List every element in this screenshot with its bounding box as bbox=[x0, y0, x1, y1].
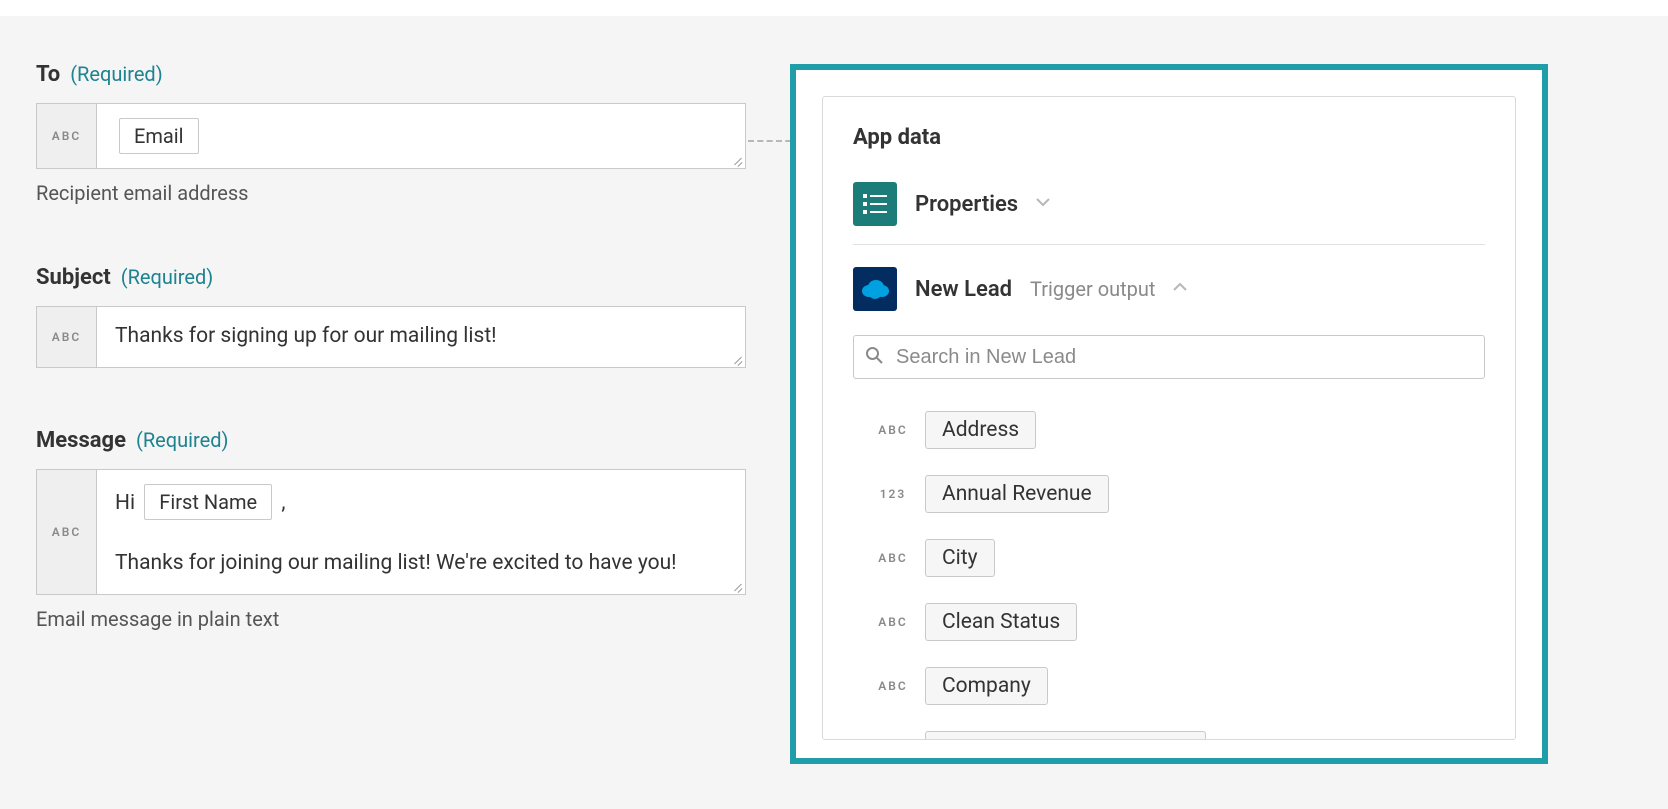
result-pill: Address bbox=[925, 411, 1036, 449]
subject-required: (Required) bbox=[121, 265, 213, 289]
message-line-2: Thanks for joining our mailing list! We'… bbox=[115, 548, 727, 580]
result-address[interactable]: ABC Address bbox=[853, 403, 1485, 467]
abc-type-icon: ABC bbox=[875, 679, 911, 693]
abc-type-icon: ABC bbox=[875, 551, 911, 565]
top-whitespace bbox=[0, 0, 1668, 16]
subject-input[interactable]: ABC Thanks for signing up for our mailin… bbox=[36, 306, 746, 368]
search-icon bbox=[865, 346, 883, 368]
resize-handle-icon[interactable] bbox=[729, 578, 743, 592]
message-helper: Email message in plain text bbox=[36, 607, 756, 631]
new-lead-sub: Trigger output bbox=[1030, 277, 1155, 301]
salesforce-icon bbox=[853, 267, 897, 311]
properties-label: Properties bbox=[915, 192, 1018, 217]
message-required: (Required) bbox=[136, 428, 228, 452]
panel-title: App data bbox=[853, 125, 1485, 150]
app-data-panel: App data Properties bbox=[790, 64, 1548, 764]
subject-value: Thanks for signing up for our mailing li… bbox=[115, 324, 497, 348]
email-form: To (Required) ABC Email Recipient email … bbox=[36, 62, 756, 631]
to-label: To bbox=[36, 62, 60, 87]
resize-handle-icon[interactable] bbox=[729, 152, 743, 166]
result-pill: City bbox=[925, 539, 995, 577]
message-input[interactable]: ABC Hi First Name , Thanks for joining o… bbox=[36, 469, 746, 595]
section-properties[interactable]: Properties bbox=[853, 176, 1485, 245]
result-pill: Company D-U-N-S Number bbox=[925, 731, 1206, 740]
to-required: (Required) bbox=[70, 62, 162, 86]
message-line-1: Hi First Name , bbox=[115, 484, 727, 520]
search-row bbox=[853, 335, 1485, 379]
result-city[interactable]: ABC City bbox=[853, 531, 1485, 595]
search-input[interactable] bbox=[853, 335, 1485, 379]
section-new-lead[interactable]: New Lead Trigger output bbox=[853, 261, 1485, 329]
abc-type-icon: ABC bbox=[875, 615, 911, 629]
result-pill: Company bbox=[925, 667, 1048, 705]
message-pill-firstname[interactable]: First Name bbox=[144, 484, 272, 520]
number-type-icon: 123 bbox=[875, 487, 911, 501]
field-message: Message (Required) ABC Hi First Name , T… bbox=[36, 428, 756, 631]
list-icon bbox=[853, 182, 897, 226]
abc-type-icon: ABC bbox=[37, 307, 97, 367]
resize-handle-icon[interactable] bbox=[729, 351, 743, 365]
result-company[interactable]: ABC Company bbox=[853, 659, 1485, 723]
chevron-up-icon bbox=[1173, 282, 1187, 296]
result-pill: Clean Status bbox=[925, 603, 1077, 641]
result-clean-status[interactable]: ABC Clean Status bbox=[853, 595, 1485, 659]
new-lead-label: New Lead bbox=[915, 277, 1012, 302]
abc-type-icon: ABC bbox=[37, 470, 97, 594]
to-input[interactable]: ABC Email bbox=[36, 103, 746, 169]
abc-type-icon: ABC bbox=[875, 423, 911, 437]
subject-label: Subject bbox=[36, 265, 111, 290]
chevron-down-icon bbox=[1036, 197, 1050, 211]
message-label: Message bbox=[36, 428, 126, 453]
to-helper: Recipient email address bbox=[36, 181, 756, 205]
result-annual-revenue[interactable]: 123 Annual Revenue bbox=[853, 467, 1485, 531]
result-pill: Annual Revenue bbox=[925, 475, 1109, 513]
to-value-pill[interactable]: Email bbox=[119, 118, 199, 154]
result-company-duns[interactable]: ABC Company D-U-N-S Number bbox=[853, 723, 1485, 740]
field-subject: Subject (Required) ABC Thanks for signin… bbox=[36, 265, 756, 368]
abc-type-icon: ABC bbox=[37, 104, 97, 168]
field-to: To (Required) ABC Email Recipient email … bbox=[36, 62, 756, 205]
results-list: ABC Address 123 Annual Revenue ABC City … bbox=[853, 403, 1485, 740]
